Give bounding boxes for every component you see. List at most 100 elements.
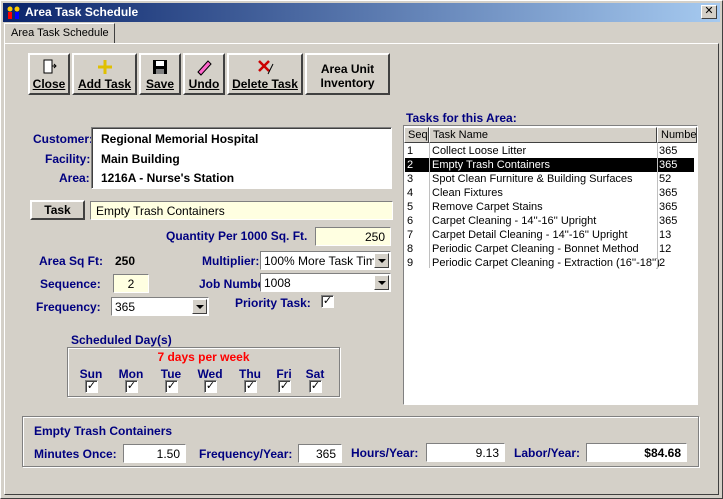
task-number-cell: 365 xyxy=(659,215,678,227)
sequence-label: Sequence: xyxy=(40,277,101,291)
day-label-sat: Sat xyxy=(305,367,325,381)
table-row[interactable]: 6 Carpet Cleaning - 14''-16'' Upright 365 xyxy=(405,214,694,228)
area-sqft-label: Area Sq Ft: xyxy=(39,254,104,268)
frequency-year-label: Frequency/Year: xyxy=(199,447,293,461)
task-name-field[interactable]: Empty Trash Containers xyxy=(90,201,393,220)
column-header-number[interactable]: Number xyxy=(657,127,697,143)
frequency-value: 365 xyxy=(115,300,136,314)
multiplier-select[interactable]: 100% More Task Time xyxy=(260,251,391,270)
task-name-cell: Periodic Carpet Cleaning - Bonnet Method xyxy=(432,243,639,255)
delete-task-button[interactable]: Delete Task xyxy=(227,53,303,95)
task-number-cell: 13 xyxy=(659,229,672,241)
task-seq-cell: 1 xyxy=(407,145,414,157)
labor-year-field: $84.68 xyxy=(586,443,687,462)
column-separator xyxy=(429,143,430,268)
task-number-cell: 365 xyxy=(659,187,678,199)
title-bar[interactable]: Area Task Schedule ✕ xyxy=(3,3,720,22)
task-number-cell: 12 xyxy=(659,243,672,255)
tasks-list[interactable]: Seq Task Name Number 1 Collect Loose Litt… xyxy=(404,126,697,404)
scheduled-days-label: Scheduled Day(s) xyxy=(71,333,172,347)
day-label-wed: Wed xyxy=(197,367,223,381)
labor-year-label: Labor/Year: xyxy=(514,446,581,460)
task-name-cell: Periodic Carpet Cleaning - Extraction (1… xyxy=(432,257,660,269)
undo-button[interactable]: Undo xyxy=(183,53,225,95)
day-checkbox-sun[interactable]: ✓ xyxy=(85,380,98,393)
table-row[interactable]: 7 Carpet Detail Cleaning - 14''-16'' Upri… xyxy=(405,228,694,242)
close-button-label: Close xyxy=(32,77,66,91)
task-name-cell: Remove Carpet Stains xyxy=(432,201,543,213)
save-button[interactable]: Save xyxy=(139,53,181,95)
eraser-pencil-icon xyxy=(197,60,212,76)
day-label-sun: Sun xyxy=(79,367,103,381)
floppy-disk-icon xyxy=(153,60,167,74)
table-row[interactable]: 4 Clean Fixtures 365 xyxy=(405,186,694,200)
tasks-for-area-label: Tasks for this Area: xyxy=(406,111,517,125)
task-name-cell: Spot Clean Furniture & Building Surfaces xyxy=(432,173,633,185)
table-row[interactable]: 2 Empty Trash Containers 365 xyxy=(405,158,694,172)
task-seq-cell: 9 xyxy=(407,257,414,269)
multiplier-value: 100% More Task Time xyxy=(264,254,383,268)
chevron-down-icon[interactable] xyxy=(374,253,389,268)
quantity-field[interactable]: 250 xyxy=(315,227,391,246)
minutes-once-field[interactable]: 1.50 xyxy=(123,444,186,463)
priority-task-label: Priority Task: xyxy=(235,296,311,310)
day-checkbox-tue[interactable]: ✓ xyxy=(165,380,178,393)
window-close-button[interactable]: ✕ xyxy=(701,5,717,19)
task-name-cell: Collect Loose Litter xyxy=(432,145,527,157)
task-seq-cell: 6 xyxy=(407,215,414,227)
day-checkbox-wed[interactable]: ✓ xyxy=(204,380,217,393)
facility-value: Main Building xyxy=(101,152,180,166)
task-button[interactable]: Task xyxy=(30,200,85,220)
task-number-cell: 365 xyxy=(659,159,678,171)
close-button[interactable]: Close xyxy=(28,53,70,95)
hours-year-label: Hours/Year: xyxy=(351,446,419,460)
facility-label: Facility: xyxy=(45,152,91,166)
task-seq-cell: 2 xyxy=(407,159,414,171)
chevron-down-icon[interactable] xyxy=(192,299,207,314)
sequence-field[interactable]: 2 xyxy=(113,274,149,293)
table-row[interactable]: 1 Collect Loose Litter 365 xyxy=(405,144,694,158)
door-exit-icon xyxy=(43,59,57,74)
day-label-thu: Thu xyxy=(239,367,261,381)
summary-title: Empty Trash Containers xyxy=(34,424,173,438)
minutes-once-label: Minutes Once: xyxy=(34,447,117,461)
day-label-tue: Tue xyxy=(160,367,182,381)
plus-icon xyxy=(97,60,112,74)
task-number-cell: 365 xyxy=(659,201,678,213)
day-checkbox-sat[interactable]: ✓ xyxy=(309,380,322,393)
table-row[interactable]: 5 Remove Carpet Stains 365 xyxy=(405,200,694,214)
hours-year-field: 9.13 xyxy=(426,443,505,462)
table-row[interactable]: 8 Periodic Carpet Cleaning - Bonnet Metho… xyxy=(405,242,694,256)
day-label-fri: Fri xyxy=(276,367,292,381)
area-sqft-value: 250 xyxy=(115,254,136,268)
column-separator xyxy=(657,143,658,268)
tab-area-task-schedule[interactable]: Area Task Schedule xyxy=(4,23,115,44)
chevron-down-icon[interactable] xyxy=(374,275,389,290)
day-checkbox-fri[interactable]: ✓ xyxy=(278,380,291,393)
column-header-task-name[interactable]: Task Name xyxy=(429,127,657,143)
add-task-button[interactable]: Add Task xyxy=(72,53,137,95)
day-label-mon: Mon xyxy=(118,367,144,381)
task-seq-cell: 3 xyxy=(407,173,414,185)
window-title: Area Task Schedule xyxy=(25,5,139,19)
job-number-value: 1008 xyxy=(264,276,291,290)
task-button-label: Task xyxy=(44,203,71,217)
customer-value: Regional Memorial Hospital xyxy=(101,132,259,146)
task-seq-cell: 7 xyxy=(407,229,414,241)
add-task-button-label: Add Task xyxy=(77,77,132,91)
table-row[interactable]: 3 Spot Clean Furniture & Building Surface… xyxy=(405,172,694,186)
day-checkbox-mon[interactable]: ✓ xyxy=(125,380,138,393)
area-unit-inventory-button[interactable]: Area Unit Inventory xyxy=(305,53,390,95)
save-button-label: Save xyxy=(145,77,175,91)
task-name-cell: Empty Trash Containers xyxy=(432,159,550,171)
table-row[interactable]: 9 Periodic Carpet Cleaning - Extraction (… xyxy=(405,256,694,270)
priority-task-checkbox[interactable]: ✓ xyxy=(321,295,334,308)
task-name-cell: Carpet Cleaning - 14''-16'' Upright xyxy=(432,215,597,227)
job-number-select[interactable]: 1008 xyxy=(260,273,391,292)
task-number-cell: 365 xyxy=(659,145,678,157)
customer-label: Customer: xyxy=(33,132,94,146)
day-checkbox-thu[interactable]: ✓ xyxy=(244,380,257,393)
frequency-select[interactable]: 365 xyxy=(111,297,209,316)
column-header-seq[interactable]: Seq xyxy=(404,127,429,143)
people-app-icon xyxy=(7,6,20,19)
